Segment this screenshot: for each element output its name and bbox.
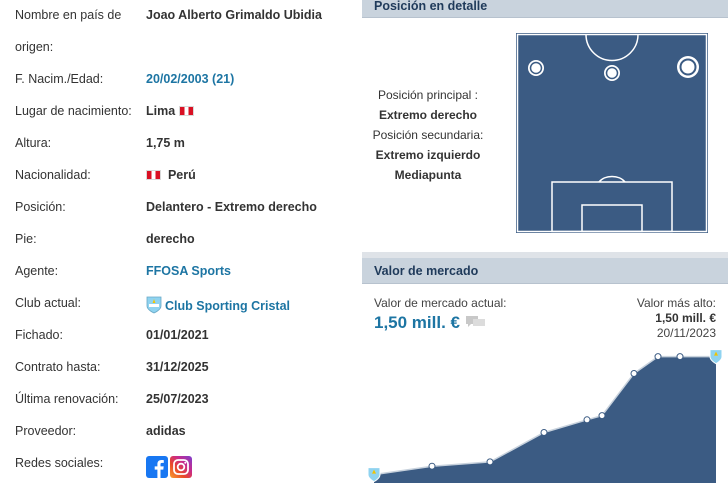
market-value-chart [367,349,723,483]
height-label: Altura: [15,136,52,150]
market-value-title: Valor de mercado [374,264,479,278]
agent-label: Agente: [15,264,59,278]
row-foot: Pie: derecho [0,224,362,256]
position-label: Posición: [15,200,66,214]
nationality-label: Nacionalidad: [15,168,91,182]
club-name: Club Sporting Cristal [165,299,290,313]
market-value-header: Valor de mercado [362,258,728,284]
peru-flag-icon [146,170,161,180]
position-detail-text: Posición principal : Extremo derecho Pos… [362,85,494,185]
joined-value: 01/01/2021 [146,328,209,342]
peru-flag-icon [178,106,194,116]
row-joined: Fichado: 01/01/2021 [0,320,362,352]
row-birthplace: Lugar de nacimiento: Lima [0,96,362,128]
position-pitch [516,33,708,233]
position-detail-header: Posición en detalle [362,0,728,18]
market-value-point [486,458,494,466]
position-value: Delantero - Extremo derecho [146,200,317,214]
market-value-point [598,412,606,420]
nationality-value: Perú [146,168,196,182]
current-value-block: Valor de mercado actual: 1,50 mill. € [374,296,507,333]
max-value: 1,50 mill. € [655,311,716,325]
facebook-icon[interactable] [146,456,168,478]
row-birth: F. Nacim./Edad: 20/02/2003 (21) [0,64,362,96]
birth-date-link[interactable]: 20/02/2003 (21) [146,72,234,86]
row-agent: Agente: FFOSA Sports [0,256,362,288]
supplier-value: adidas [146,424,186,438]
contract-label: Contrato hasta: [15,360,101,374]
secondary-position-value: Mediapunta [394,168,462,182]
market-value-point [583,416,591,424]
name-label-cont: origen: [15,40,54,54]
main-position-value: Extremo derecho [378,108,478,122]
secondary-position-label: Posición secundaria: [372,128,484,142]
row-name-cont: origen: [0,32,362,64]
market-value-point [654,353,662,361]
row-nationality: Nacionalidad: Perú [0,160,362,192]
position-detail-title: Posición en detalle [374,0,488,13]
name-label: Nombre en país de [15,8,122,22]
social-label: Redes sociales: [15,456,104,470]
current-value-text: 1,50 mill. € [374,313,460,332]
row-name: Nombre en país de Joao Alberto Grimaldo … [0,0,362,32]
height-value: 1,75 m [146,136,185,150]
row-contract: Contrato hasta: 31/12/2025 [0,352,362,384]
name-value: Joao Alberto Grimaldo Ubidia [146,8,322,22]
renewal-value: 25/07/2023 [146,392,209,406]
club-link[interactable]: Club Sporting Cristal [146,296,290,314]
supplier-label: Proveedor: [15,424,77,438]
max-value-date: 20/11/2023 [656,326,716,340]
row-renewal: Última renovación: 25/07/2023 [0,384,362,416]
main-position-label: Posición principal : [377,88,479,102]
current-value: 1,50 mill. € [374,313,507,333]
joined-label: Fichado: [15,328,63,342]
club-crest-icon [146,296,162,314]
foot-value: derecho [146,232,195,246]
renewal-label: Última renovación: [15,392,119,406]
current-value-label: Valor de mercado actual: [374,296,507,310]
market-value-point [428,462,436,470]
club-label: Club actual: [15,296,82,310]
nationality-text: Perú [167,168,196,182]
birth-label: F. Nacim./Edad: [15,72,104,86]
row-height: Altura: 1,75 m [0,128,362,160]
foot-label: Pie: [15,232,37,246]
market-value-area [374,356,716,483]
secondary-position-value: Extremo izquierdo [375,148,481,162]
birthplace-value: Lima [146,104,194,118]
row-position: Posición: Delantero - Extremo derecho [0,192,362,224]
birthplace-label: Lugar de nacimiento: [15,104,132,118]
row-club: Club actual: Club Sporting Cristal [0,288,362,320]
birthplace-text: Lima [146,104,176,118]
contract-value: 31/12/2025 [146,360,209,374]
row-supplier: Proveedor: adidas [0,416,362,448]
market-value-point [630,370,638,377]
player-info-panel: Nombre en país de Joao Alberto Grimaldo … [0,0,362,488]
max-value-block: Valor más alto: 1,50 mill. € 20/11/2023 [637,296,716,340]
market-value-point [676,353,684,361]
max-value-label: Valor más alto: [636,296,716,310]
instagram-icon[interactable] [170,456,192,478]
agent-link[interactable]: FFOSA Sports [146,264,231,278]
comments-icon[interactable] [465,315,487,329]
market-value-point [540,429,548,436]
